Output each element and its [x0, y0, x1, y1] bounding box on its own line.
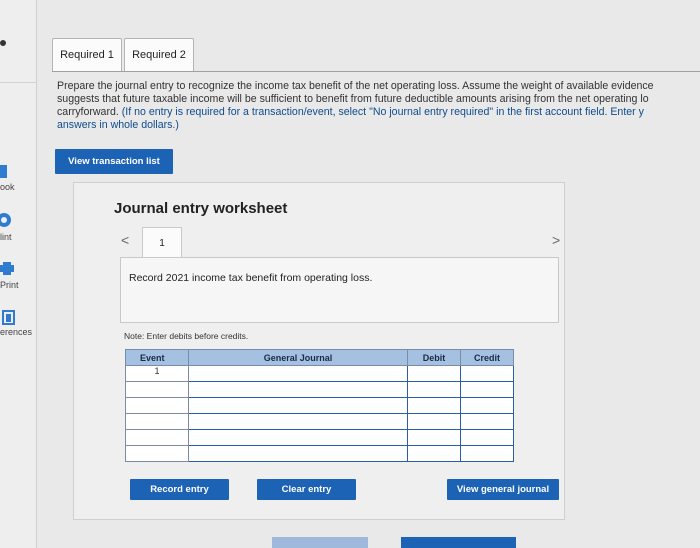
- sidebar-item-ebook[interactable]: ook: [0, 165, 36, 195]
- view-general-journal-button[interactable]: View general journal: [447, 479, 559, 500]
- event-cell: [125, 429, 189, 446]
- sidebar-item-hint[interactable]: lint: [0, 212, 36, 244]
- credit-input[interactable]: [460, 445, 514, 462]
- credit-input[interactable]: [460, 365, 514, 382]
- sidebar-top: [0, 0, 36, 83]
- debit-input[interactable]: [407, 413, 461, 430]
- column-header-event: Event: [125, 349, 189, 366]
- event-cell: [125, 445, 189, 462]
- table-header-row: Event General Journal Debit Credit: [125, 349, 514, 366]
- account-input[interactable]: [188, 365, 408, 382]
- transaction-description-box: Record 2021 income tax benefit from oper…: [120, 257, 559, 323]
- table-row: [125, 429, 514, 446]
- debit-input[interactable]: [407, 397, 461, 414]
- sidebar-item-label: Print: [0, 280, 19, 290]
- clear-entry-button[interactable]: Clear entry: [257, 479, 356, 500]
- credit-input[interactable]: [460, 413, 514, 430]
- tab-divider: [52, 71, 700, 72]
- worksheet-tab-1[interactable]: 1: [142, 227, 182, 259]
- instruction-line-1: Prepare the journal entry to recognize t…: [57, 80, 654, 92]
- sidebar-item-references[interactable]: erences: [0, 310, 36, 342]
- next-arrow-icon[interactable]: >: [552, 232, 560, 248]
- table-row: [125, 413, 514, 430]
- view-transaction-list-button[interactable]: View transaction list: [55, 149, 173, 174]
- sidebar-item-print[interactable]: Print: [0, 262, 36, 294]
- instruction-line-3: carryforward. (If no entry is required f…: [57, 106, 700, 119]
- table-row: [125, 397, 514, 414]
- account-input[interactable]: [188, 445, 408, 462]
- sidebar-item-label: lint: [0, 232, 12, 242]
- transaction-description: Record 2021 income tax benefit from oper…: [129, 272, 373, 284]
- record-entry-button[interactable]: Record entry: [130, 479, 229, 500]
- credit-input[interactable]: [460, 381, 514, 398]
- previous-button[interactable]: [272, 537, 368, 548]
- prev-arrow-icon[interactable]: <: [121, 232, 129, 248]
- book-icon: [0, 165, 8, 181]
- next-button[interactable]: [401, 537, 516, 548]
- debit-input[interactable]: [407, 445, 461, 462]
- debit-credit-note: Note: Enter debits before credits.: [124, 331, 249, 341]
- credit-input[interactable]: [460, 397, 514, 414]
- column-header-general-journal: General Journal: [188, 349, 408, 366]
- worksheet-title: Journal entry worksheet: [114, 200, 288, 217]
- event-cell: [125, 413, 189, 430]
- debit-input[interactable]: [407, 365, 461, 382]
- hint-icon: [0, 212, 12, 230]
- table-row: [125, 381, 514, 398]
- account-input[interactable]: [188, 413, 408, 430]
- instructions: Prepare the journal entry to recognize t…: [57, 80, 700, 132]
- account-input[interactable]: [188, 381, 408, 398]
- tab-required-1[interactable]: Required 1: [52, 38, 122, 72]
- column-header-debit: Debit: [407, 349, 461, 366]
- event-cell: [125, 381, 189, 398]
- sidebar: ook lint Print erences: [0, 0, 37, 548]
- sidebar-item-label: ook: [0, 182, 15, 192]
- event-cell: 1: [125, 365, 189, 382]
- credit-input[interactable]: [460, 429, 514, 446]
- instruction-text: carryforward.: [57, 106, 122, 118]
- account-input[interactable]: [188, 397, 408, 414]
- bullet-icon: [0, 40, 6, 46]
- table-row: [125, 445, 514, 462]
- print-icon: [0, 262, 16, 278]
- instruction-hint: (If no entry is required for a transacti…: [121, 106, 644, 118]
- journal-entry-worksheet: Journal entry worksheet < > 1 Record 202…: [73, 182, 565, 520]
- tab-required-2[interactable]: Required 2: [124, 38, 194, 72]
- journal-table: Event General Journal Debit Credit 1: [125, 349, 514, 462]
- debit-input[interactable]: [407, 381, 461, 398]
- account-input[interactable]: [188, 429, 408, 446]
- main-content: Required 1 Required 2 Prepare the journa…: [37, 0, 700, 548]
- sidebar-item-label: erences: [0, 327, 33, 337]
- debit-input[interactable]: [407, 429, 461, 446]
- table-row: 1: [125, 365, 514, 382]
- references-icon: [2, 310, 16, 328]
- instruction-line-2: suggests that future taxable income will…: [57, 93, 649, 105]
- column-header-credit: Credit: [460, 349, 514, 366]
- event-cell: [125, 397, 189, 414]
- instruction-line-4: answers in whole dollars.): [57, 119, 179, 131]
